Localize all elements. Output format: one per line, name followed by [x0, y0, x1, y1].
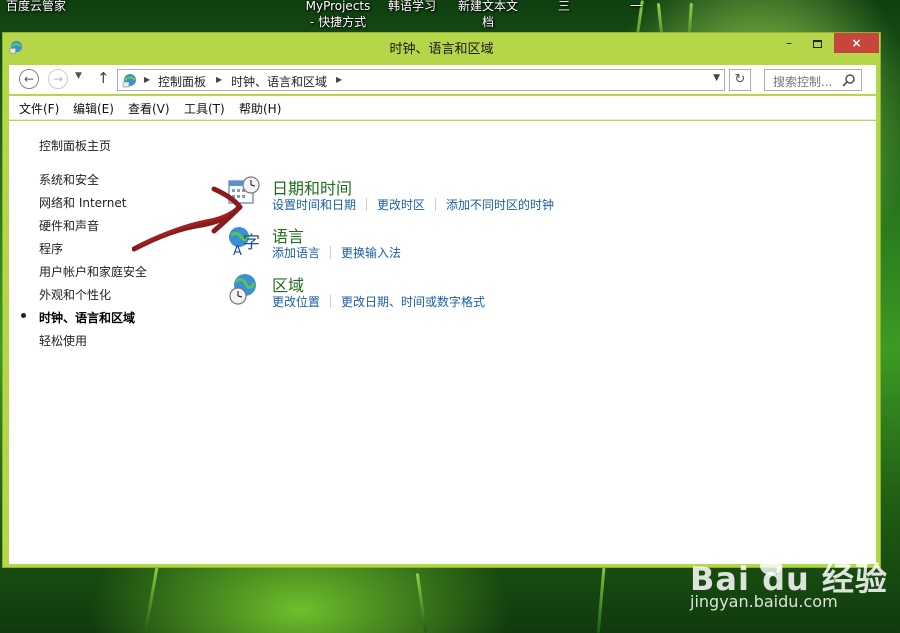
close-button[interactable]: ×: [834, 33, 879, 53]
refresh-icon: ↻: [734, 72, 746, 87]
category-links-language: 添加语言 更换输入法: [272, 244, 401, 261]
breadcrumb-clock-language-region[interactable]: 时钟、语言和区域: [231, 73, 327, 90]
control-panel-icon: [122, 74, 136, 88]
breadcrumb-separator-icon[interactable]: ▶: [336, 75, 342, 84]
address-bar[interactable]: ▶ 控制面板 ▶ 时钟、语言和区域 ▶ ▼: [117, 69, 725, 91]
desktop-icon-korean[interactable]: 韩语学习: [388, 0, 436, 14]
link-divider: [366, 198, 368, 211]
link-change-timezone[interactable]: 更改时区: [377, 198, 425, 212]
link-change-formats[interactable]: 更改日期、时间或数字格式: [341, 295, 485, 309]
sidebar-item-hardware-sound[interactable]: 硬件和声音: [39, 217, 99, 234]
sidebar-item-user-accounts[interactable]: 用户帐户和家庭安全: [39, 263, 147, 280]
category-links-region: 更改位置 更改日期、时间或数字格式: [272, 293, 485, 310]
menu-tools[interactable]: 工具(T): [184, 100, 225, 117]
breadcrumb-separator-icon[interactable]: ▶: [144, 75, 150, 84]
link-change-location[interactable]: 更改位置: [272, 295, 320, 309]
title-bar[interactable]: 时钟、语言和区域 – ×: [3, 33, 880, 60]
menu-help[interactable]: 帮助(H): [239, 100, 281, 117]
menu-edit[interactable]: 编辑(E): [73, 100, 114, 117]
menu-file[interactable]: 文件(F): [19, 100, 59, 117]
active-bullet-icon: [21, 313, 26, 318]
menu-bar: 文件(F) 编辑(E) 查看(V) 工具(T) 帮助(H): [9, 96, 876, 120]
desktop-icon-three[interactable]: 三: [558, 0, 570, 14]
search-placeholder: 搜索控制...: [773, 75, 833, 89]
minimize-button[interactable]: –: [776, 33, 802, 53]
link-add-language[interactable]: 添加语言: [272, 246, 320, 260]
link-divider: [330, 295, 332, 308]
back-button[interactable]: ←: [19, 69, 39, 89]
sidebar-item-clock-language-region: 时钟、语言和区域: [39, 311, 136, 325]
back-arrow-icon: ←: [23, 72, 35, 86]
search-icon[interactable]: [842, 73, 856, 87]
annotation-arrow-icon: [132, 186, 243, 252]
sidebar-item-system-security[interactable]: 系统和安全: [39, 171, 99, 188]
link-change-input-method[interactable]: 更换输入法: [341, 246, 401, 260]
address-history-dropdown-icon[interactable]: ▼: [713, 73, 720, 83]
baidu-jingyan-watermark: Bai du 经验 jingyan.baidu.com: [690, 540, 890, 620]
watermark-url: jingyan.baidu.com: [690, 592, 838, 611]
sidebar-item-network[interactable]: 网络和 Internet: [39, 194, 126, 211]
desktop-icon-baiduyun[interactable]: 百度云管家: [6, 0, 66, 14]
maximize-button[interactable]: [804, 33, 830, 53]
sidebar-item-appearance[interactable]: 外观和个性化: [39, 286, 111, 303]
link-divider: [435, 198, 437, 211]
forward-arrow-icon: →: [52, 72, 64, 86]
refresh-button[interactable]: ↻: [729, 69, 751, 91]
menu-view[interactable]: 查看(V): [128, 100, 170, 117]
desktop-icon-newtext[interactable]: 新建文本文 档: [455, 0, 521, 30]
search-input[interactable]: 搜索控制...: [764, 69, 862, 91]
window-title: 时钟、语言和区域: [389, 42, 494, 57]
breadcrumb-control-panel[interactable]: 控制面板: [158, 73, 206, 90]
recent-locations-dropdown[interactable]: ▼: [75, 71, 82, 81]
link-set-time-date[interactable]: 设置时间和日期: [272, 198, 356, 212]
desktop-icon-one[interactable]: 一: [630, 0, 642, 14]
globe-clock-icon[interactable]: [227, 272, 261, 306]
up-button[interactable]: ↑: [97, 69, 110, 87]
link-add-clocks[interactable]: 添加不同时区的时钟: [446, 198, 554, 212]
maximize-icon: [812, 39, 822, 48]
desktop-icon-myprojects[interactable]: MyProjects - 快捷方式: [305, 0, 371, 30]
forward-button[interactable]: →: [48, 69, 68, 89]
control-panel-window: 时钟、语言和区域 – × ← → ▼ ↑ ▶ 控制面板 ▶ 时钟、语言和区域 ▶…: [2, 32, 881, 568]
sidebar-item-ease-of-access[interactable]: 轻松使用: [39, 332, 87, 349]
navigation-bar: ← → ▼ ↑ ▶ 控制面板 ▶ 时钟、语言和区域 ▶ ▼ ↻ 搜索控制...: [9, 65, 876, 94]
breadcrumb-separator-icon[interactable]: ▶: [216, 75, 222, 84]
sidebar-home-link[interactable]: 控制面板主页: [39, 137, 111, 154]
category-links-date-time: 设置时间和日期 更改时区 添加不同时区的时钟: [272, 196, 554, 213]
paw-icon: [756, 540, 786, 575]
desktop-icons: 百度云管家 MyProjects - 快捷方式 韩语学习 新建文本文 档 三 一: [0, 0, 900, 30]
link-divider: [330, 246, 332, 259]
sidebar-item-programs[interactable]: 程序: [39, 240, 63, 257]
